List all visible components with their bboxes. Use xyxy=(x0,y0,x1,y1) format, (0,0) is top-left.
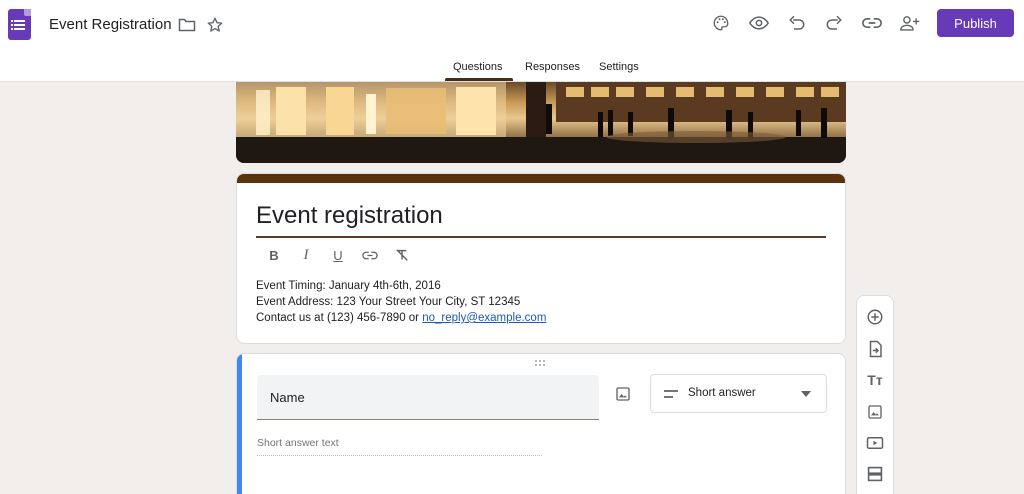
add-collaborator-icon[interactable] xyxy=(898,12,922,34)
form-description[interactable]: Event Timing: January 4th-6th, 2016 Even… xyxy=(256,278,546,326)
question-type-label: Short answer xyxy=(688,387,756,399)
question-toolbar: Tт xyxy=(856,295,894,494)
drag-handle-icon[interactable] xyxy=(535,360,549,368)
add-section-icon[interactable] xyxy=(865,464,885,484)
contact-text: Contact us at (123) 456-7890 or xyxy=(256,312,423,324)
contact-email-link[interactable]: no_reply@example.com xyxy=(422,312,546,324)
title-underline xyxy=(256,236,826,238)
clear-format-icon[interactable] xyxy=(392,246,412,264)
import-questions-icon[interactable] xyxy=(865,339,885,359)
add-image-icon[interactable] xyxy=(613,384,633,404)
tab-responses[interactable]: Responses xyxy=(525,61,580,73)
short-answer-placeholder: Short answer text xyxy=(257,437,339,449)
short-answer-icon xyxy=(663,387,679,401)
link-icon[interactable] xyxy=(861,12,883,34)
question-card[interactable]: Name Short answer Short answer text xyxy=(236,353,846,494)
italic-icon[interactable]: I xyxy=(296,246,316,264)
header-image xyxy=(236,82,846,163)
palette-icon[interactable] xyxy=(710,12,732,34)
theme-band xyxy=(237,174,845,183)
document-title[interactable]: Event Registration xyxy=(49,16,172,33)
active-question-indicator xyxy=(237,354,242,494)
redo-icon[interactable] xyxy=(823,12,845,34)
add-title-icon[interactable]: Tт xyxy=(865,370,885,390)
contact-line: Contact us at (123) 456-7890 or no_reply… xyxy=(256,310,546,326)
tab-bar: Questions Responses Settings xyxy=(0,58,1024,82)
forms-logo-icon[interactable] xyxy=(8,9,31,40)
form-title[interactable]: Event registration xyxy=(256,202,443,230)
question-type-dropdown[interactable]: Short answer xyxy=(650,374,827,413)
tab-settings[interactable]: Settings xyxy=(599,61,639,73)
preview-icon[interactable] xyxy=(748,12,770,34)
undo-icon[interactable] xyxy=(786,12,808,34)
question-title: Name xyxy=(270,390,305,405)
answer-underline xyxy=(257,455,542,456)
add-image-icon[interactable] xyxy=(865,402,885,422)
link-icon[interactable] xyxy=(360,246,380,264)
bold-icon[interactable]: B xyxy=(264,246,284,264)
format-toolbar: B I U xyxy=(264,246,412,264)
underline-icon[interactable]: U xyxy=(328,246,348,264)
description-line: Event Address: 123 Your Street Your City… xyxy=(256,296,521,308)
description-line: Event Timing: January 4th-6th, 2016 xyxy=(256,280,441,292)
form-title-card: Event registration B I U Event Timing: J… xyxy=(236,173,846,344)
chevron-down-icon xyxy=(799,388,813,400)
move-to-folder-icon[interactable] xyxy=(177,15,197,35)
publish-button[interactable]: Publish xyxy=(937,9,1014,37)
add-question-icon[interactable] xyxy=(865,307,885,327)
active-tab-indicator xyxy=(445,78,513,81)
top-bar: Event Registration Publish Questions Res… xyxy=(0,0,1024,82)
question-title-input[interactable]: Name xyxy=(257,375,599,420)
add-video-icon[interactable] xyxy=(865,433,885,453)
star-icon[interactable] xyxy=(205,15,225,35)
tab-questions[interactable]: Questions xyxy=(453,61,503,73)
